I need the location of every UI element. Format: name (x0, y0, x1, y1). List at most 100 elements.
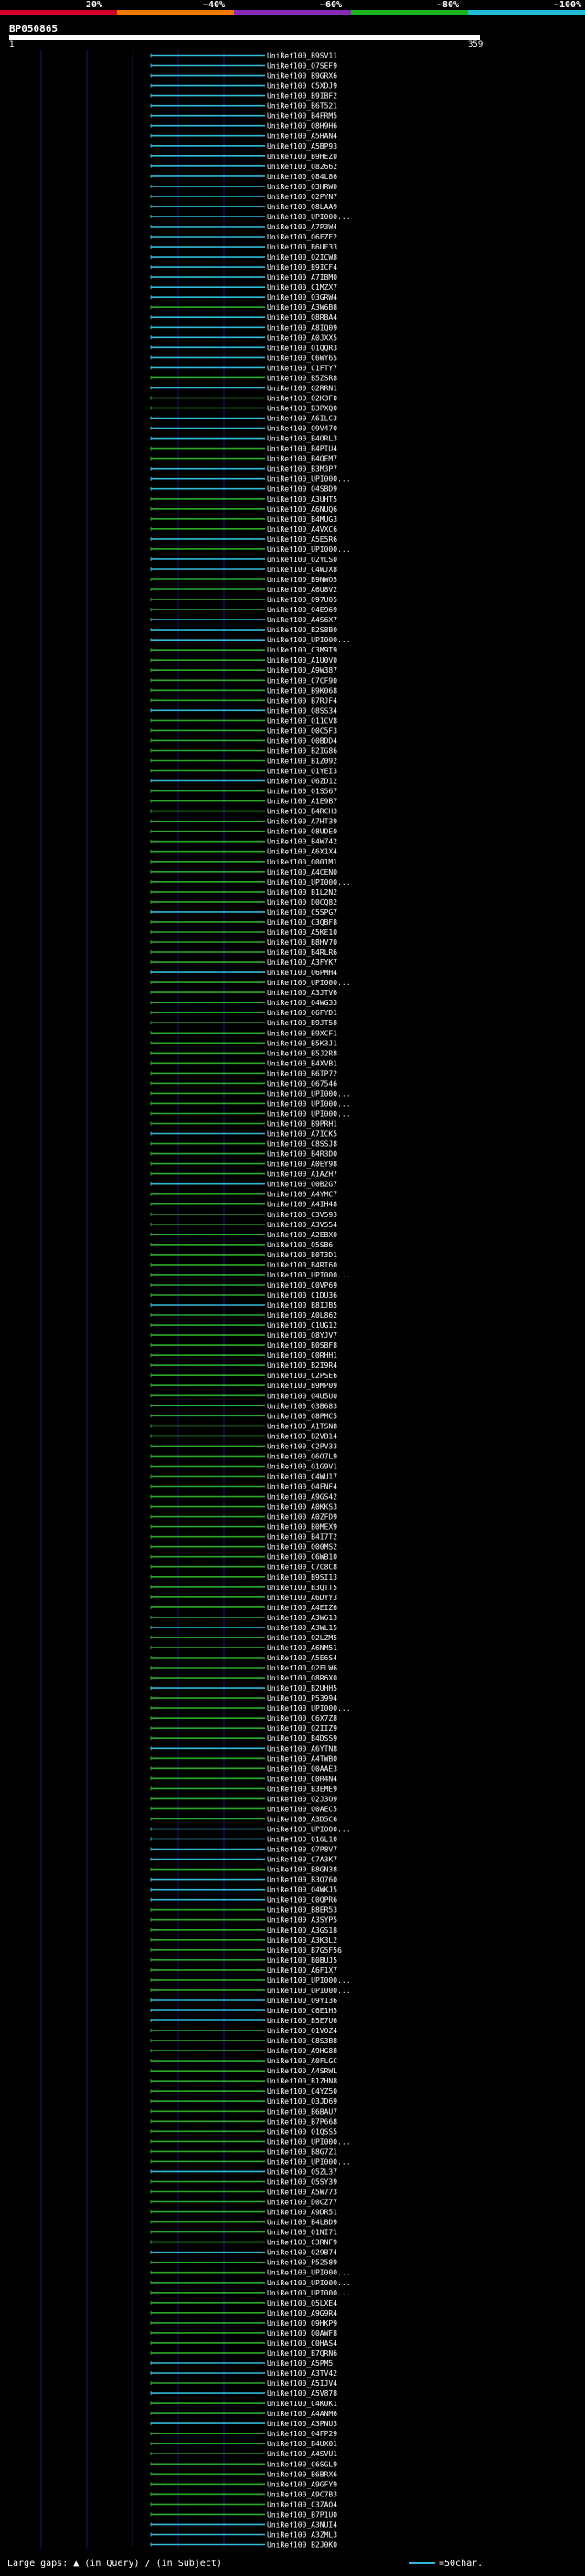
hit-label: UniRef100_Q001M1 (267, 858, 337, 866)
hit-label: UniRef100_B4RCH3 (267, 808, 337, 816)
hit-label: UniRef100_C6WY65 (267, 354, 337, 362)
identity-scale: 20% ~40% ~60% ~80% ~100% (0, 0, 585, 20)
hit-label: UniRef100_B7P1U0 (267, 2510, 337, 2518)
query-ruler (9, 35, 480, 40)
hit-label: UniRef100_Q2FLW6 (267, 1664, 337, 1672)
hit-label: UniRef100_A9GFY9 (267, 2480, 337, 2488)
hit-label: UniRef100_B9HEZ0 (267, 153, 337, 161)
hit-label: UniRef100_C4WU17 (267, 1473, 337, 1481)
hit-label: UniRef100_A5KE10 (267, 928, 337, 937)
hit-label: UniRef100_Q1QQR3 (267, 344, 337, 352)
hit-label: UniRef100_B9K068 (267, 686, 337, 694)
gaps-subject-label: (in Subject) (155, 2559, 222, 2569)
hit-label: UniRef100_Q6ZD12 (267, 778, 337, 786)
hit-label: UniRef100_UPI000... (267, 1987, 351, 1995)
hit-label: UniRef100_B4MUG3 (267, 515, 337, 524)
hit-label: UniRef100_A5IJV4 (267, 2380, 337, 2388)
hit-label: UniRef100_B5K3J1 (267, 1039, 337, 1047)
hit-label: UniRef100_C1FTY7 (267, 364, 337, 372)
hit-label: UniRef100_O82662 (267, 163, 337, 171)
hit-label: UniRef100_B6BAU7 (267, 2107, 337, 2115)
hit-label: UniRef100_A6U8V2 (267, 586, 337, 594)
hit-label: UniRef100_A6NM51 (267, 1644, 337, 1652)
hit-label: UniRef100_B7RJF4 (267, 696, 337, 705)
hit-label: UniRef100_Q8H9H6 (267, 122, 337, 131)
hit-label: UniRef100_A3TV42 (267, 2369, 337, 2378)
hit-label: UniRef100_A5E5R6 (267, 535, 337, 544)
hit-label: UniRef100_A7P3W4 (267, 223, 337, 231)
hit-label: UniRef100_Q9Y136 (267, 1997, 337, 2005)
hit-label: UniRef100_B9SV11 (267, 52, 337, 60)
hit-label: UniRef100_Q84L86 (267, 173, 337, 181)
hit-label: UniRef100_A4ANM6 (267, 2410, 337, 2418)
hit-label: UniRef100_Q2ICW8 (267, 253, 337, 261)
hit-label: UniRef100_A0ZFD9 (267, 1513, 337, 1521)
hit-label: UniRef100_B3Q760 (267, 1876, 337, 1884)
hit-label: UniRef100_C6X7Z8 (267, 1714, 337, 1723)
ruler-end-label: 359 (468, 40, 484, 49)
hit-label: UniRef100_B8IJB5 (267, 1301, 337, 1309)
hit-label: UniRef100_A3D5C6 (267, 1816, 337, 1824)
hit-label: UniRef100_B0MEX9 (267, 1523, 337, 1532)
hit-label: UniRef100_Q29B74 (267, 2249, 337, 2257)
hit-label: UniRef100_Q1NI71 (267, 2229, 337, 2237)
hit-label: UniRef100_C0RHH1 (267, 1352, 337, 1360)
hit-label: UniRef100_B4FRM5 (267, 112, 337, 121)
hit-label: UniRef100_Q8RBA4 (267, 313, 337, 322)
hit-label: UniRef100_Q2IIZ9 (267, 1724, 337, 1733)
hit-label: UniRef100_A3GS18 (267, 1926, 337, 1935)
hit-label: UniRef100_UPI000... (267, 213, 351, 221)
hit-label: UniRef100_Q0AAE3 (267, 1765, 337, 1773)
hit-label: UniRef100_A0KKS3 (267, 1503, 337, 1511)
hit-label: UniRef100_A4SRWL (267, 2067, 337, 2075)
hit-label: UniRef100_Q2PYN7 (267, 193, 337, 201)
hit-label: UniRef100_UPI000... (267, 878, 351, 886)
scale-segment (351, 10, 468, 15)
hit-label: UniRef100_Q5SY39 (267, 2178, 337, 2187)
hit-label: UniRef100_A3V554 (267, 1221, 337, 1229)
hit-label: UniRef100_B6BRX6 (267, 2470, 337, 2478)
legend-line-icon (410, 2562, 435, 2564)
hit-label: UniRef100_B4PIU4 (267, 445, 337, 453)
hit-label: UniRef100_B2S8B0 (267, 626, 337, 634)
hit-label: UniRef100_UPI000... (267, 2269, 351, 2277)
hit-label: UniRef100_C4WJX8 (267, 566, 337, 574)
hit-label: UniRef100_A3NUI4 (267, 2520, 337, 2528)
hit-label: UniRef100_B7QRN6 (267, 2349, 337, 2358)
hit-label: UniRef100_Q0BDD4 (267, 737, 337, 745)
hit-label: UniRef100_A5V878 (267, 2390, 337, 2398)
hit-label: UniRef100_B9JT58 (267, 1019, 337, 1027)
hit-label: UniRef100_C8SSJ8 (267, 1140, 337, 1149)
hit-label: UniRef100_Q4SBD9 (267, 485, 337, 493)
hit-label: UniRef100_Q2J3O9 (267, 1795, 337, 1803)
hit-label: UniRef100_A5E6S4 (267, 1654, 337, 1662)
hit-label: UniRef100_A5PM5 (267, 2359, 333, 2368)
hit-label: UniRef100_C6E1H5 (267, 2007, 337, 2015)
hit-label: UniRef100_Q1VOZ4 (267, 2027, 337, 2035)
hit-label: UniRef100_B2IG86 (267, 747, 337, 756)
ruler-start-label: 1 (9, 40, 15, 49)
hit-label: UniRef100_B5E7U6 (267, 2017, 337, 2025)
hit-label: UniRef100_B8HV70 (267, 938, 337, 947)
hit-label: UniRef100_B9XCF1 (267, 1029, 337, 1037)
hit-label: UniRef100_B0BUJ5 (267, 1956, 337, 1965)
hit-label: UniRef100_Q00MS2 (267, 1543, 337, 1552)
hit-label: UniRef100_B4I7T2 (267, 1533, 337, 1542)
hit-label: UniRef100_A9C7B3 (267, 2490, 337, 2498)
hit-label: UniRef100_Q8R6X0 (267, 1674, 337, 1682)
hit-label: UniRef100_Q4FNF4 (267, 1483, 337, 1491)
hit-label: UniRef100_A1E9B7 (267, 798, 337, 806)
hit-label: UniRef100_B4XVB1 (267, 1059, 337, 1067)
query-name: BP050865 (9, 23, 58, 35)
hit-label: UniRef100_B4UX01 (267, 2440, 337, 2448)
hit-label: UniRef100_UPI000... (267, 1089, 351, 1097)
hit-label: UniRef100_Q1YEI3 (267, 768, 337, 776)
hit-label: UniRef100_C6WB10 (267, 1553, 337, 1562)
hit-label: UniRef100_A9W387 (267, 666, 337, 674)
hit-label: UniRef100_UPI000... (267, 1271, 351, 1279)
hit-label: UniRef100_A1U0V0 (267, 656, 337, 664)
hit-label: UniRef100_C6SGL9 (267, 2460, 337, 2468)
hit-label: UniRef100_A3UHT5 (267, 495, 337, 504)
hit-label: UniRef100_Q11CV8 (267, 716, 337, 725)
hit-label: UniRef100_B4DSS9 (267, 1734, 337, 1743)
